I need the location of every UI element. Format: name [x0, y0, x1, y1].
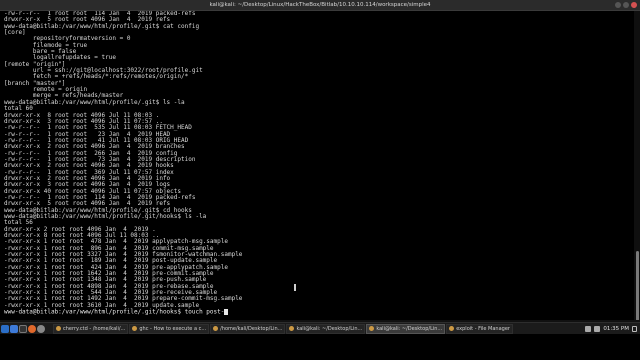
window-title: kali@kali: ~/Desktop/Linux/HackTheBox/Bi… — [209, 2, 431, 8]
maximize-button[interactable] — [623, 2, 629, 8]
app-icon — [132, 326, 138, 331]
minimize-button[interactable] — [615, 2, 621, 8]
settings-launcher-icon[interactable] — [37, 324, 45, 333]
file-manager-launcher-icon[interactable] — [10, 324, 18, 333]
taskbar-window-label: ghc - How to execute a c... — [139, 325, 207, 332]
taskbar-window-label: cherry.ctd - /home/kali/... — [63, 325, 126, 332]
app-icon — [449, 326, 455, 331]
prompt-text: www-data@bitlab:/var/www/html/profile/.g… — [4, 308, 225, 316]
taskbar-window-button[interactable]: kali@kali: ~/Desktop/Lin... — [366, 323, 446, 334]
cursor-block-icon — [224, 309, 229, 316]
app-icon — [369, 326, 375, 331]
taskbar-window-label: /home/kali/Desktop/Lin... — [220, 325, 283, 332]
terminal-output[interactable]: -rw-r--r-- 1 root root 114 Jan 4 2019 pa… — [0, 11, 632, 320]
close-button[interactable] — [631, 2, 637, 8]
volume-icon[interactable] — [594, 325, 601, 332]
network-icon[interactable] — [585, 325, 592, 332]
app-icon — [289, 326, 295, 331]
text-cursor-icon — [294, 284, 296, 291]
taskbar-window-label: kali@kali: ~/Desktop/Lin... — [376, 325, 443, 332]
app-icon — [213, 326, 219, 331]
taskbar-window-label: kali@kali: ~/Desktop/Lin... — [296, 325, 363, 332]
taskbar-window-button[interactable]: /home/kali/Desktop/Lin... — [210, 323, 286, 334]
taskbar-window-label: exploit - File Manager — [456, 325, 510, 332]
taskbar: cherry.ctd - /home/kali/... ghc - How to … — [0, 322, 640, 334]
terminal-launcher-icon[interactable] — [19, 324, 27, 333]
taskbar-window-button[interactable]: kali@kali: ~/Desktop/Lin... — [286, 323, 366, 334]
taskbar-window-button[interactable]: exploit - File Manager — [446, 323, 513, 334]
window-titlebar[interactable]: kali@kali: ~/Desktop/Linux/HackTheBox/Bi… — [0, 0, 640, 11]
app-icon — [56, 326, 61, 331]
taskbar-window-button[interactable]: cherry.ctd - /home/kali/... — [53, 323, 129, 334]
lock-icon[interactable] — [632, 325, 637, 332]
scrollbar-thumb[interactable] — [636, 251, 639, 321]
terminal-scrollbar[interactable] — [634, 11, 640, 321]
clock[interactable]: 01:35 PM — [603, 326, 629, 332]
taskbar-window-button[interactable]: ghc - How to execute a c... — [129, 323, 210, 334]
desktop-background — [0, 334, 640, 360]
terminal-current-prompt[interactable]: www-data@bitlab:/var/www/html/profile/.g… — [4, 309, 632, 315]
firefox-launcher-icon[interactable] — [28, 324, 36, 333]
kali-menu-icon[interactable] — [1, 324, 9, 333]
